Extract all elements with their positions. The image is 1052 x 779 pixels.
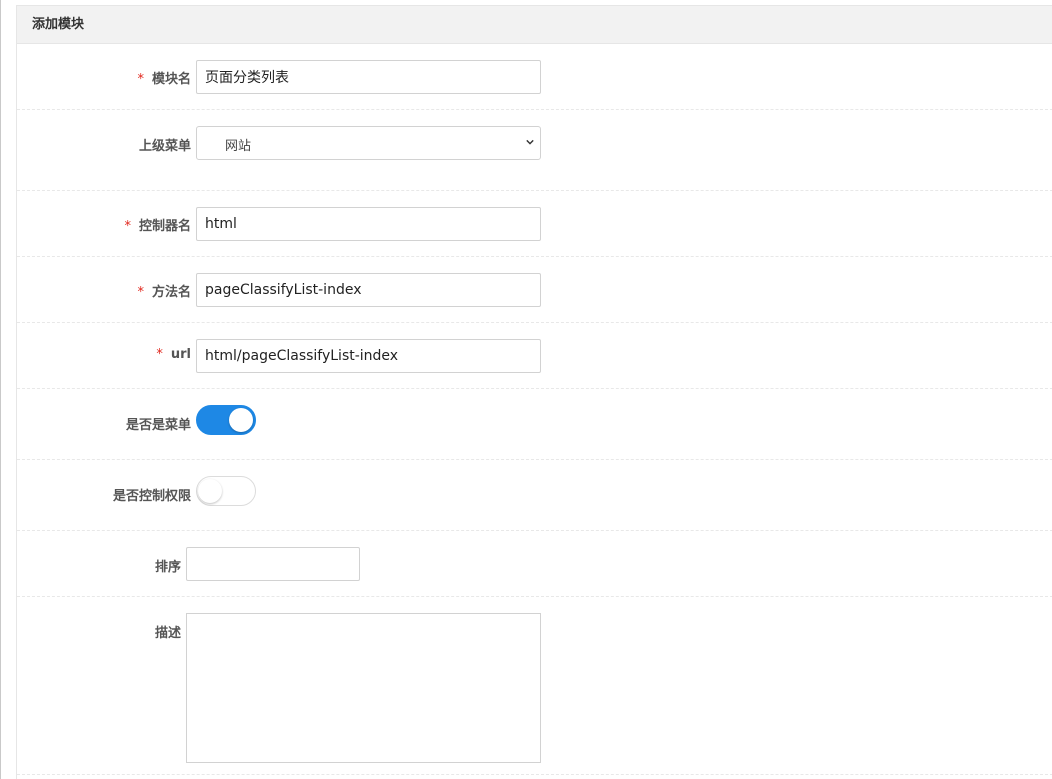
controller-name-label-text: 控制器名	[138, 219, 191, 234]
method-name-label-text: 方法名	[151, 285, 191, 300]
is-menu-label: 是否是菜单	[125, 418, 191, 433]
panel-title: 添加模块	[17, 6, 1052, 44]
sort-input[interactable]	[186, 547, 360, 581]
form-row-url: * url	[17, 323, 1052, 389]
is-menu-toggle[interactable]	[196, 405, 256, 435]
parent-menu-label: 上级菜单	[138, 139, 191, 154]
method-name-input[interactable]	[196, 273, 541, 307]
description-label: 描述	[154, 626, 181, 641]
form-row-method-name: * 方法名	[17, 257, 1052, 323]
required-mark: *	[156, 347, 163, 362]
url-input[interactable]	[196, 339, 541, 373]
toggle-knob	[229, 408, 253, 432]
control-permission-label: 是否控制权限	[112, 489, 191, 504]
toggle-knob	[198, 479, 222, 503]
form-row-module-name: * 模块名	[17, 44, 1052, 110]
url-label-text: url	[170, 347, 191, 362]
module-name-label: * 模块名	[137, 68, 191, 87]
module-name-label-text: 模块名	[151, 72, 191, 87]
description-textarea[interactable]	[186, 613, 541, 763]
form-row-controller-name: * 控制器名	[17, 191, 1052, 257]
add-module-panel: 添加模块 * 模块名 上级菜单 网站 * 控制器名	[16, 5, 1052, 779]
parent-menu-select[interactable]: 网站	[196, 126, 541, 160]
form-row-control-permission: 是否控制权限	[17, 460, 1052, 531]
required-mark: *	[137, 285, 144, 300]
chevron-down-icon	[526, 139, 534, 145]
controller-name-label: * 控制器名	[124, 215, 191, 234]
controller-name-input[interactable]	[196, 207, 541, 241]
form-row-sort: 排序	[17, 531, 1052, 597]
page: 添加模块 * 模块名 上级菜单 网站 * 控制器名	[0, 0, 1052, 779]
required-mark: *	[137, 72, 144, 87]
control-permission-toggle[interactable]	[196, 476, 256, 506]
url-label: * url	[156, 347, 191, 362]
required-mark: *	[124, 219, 131, 234]
form-row-parent-menu: 上级菜单 网站	[17, 110, 1052, 191]
form-row-is-menu: 是否是菜单	[17, 389, 1052, 460]
form-row-description: 描述	[17, 597, 1052, 775]
parent-menu-selected-value: 网站	[225, 139, 252, 154]
module-name-input[interactable]	[196, 60, 541, 94]
method-name-label: * 方法名	[137, 281, 191, 300]
left-edge-divider	[0, 0, 1, 779]
sort-label: 排序	[154, 560, 181, 575]
